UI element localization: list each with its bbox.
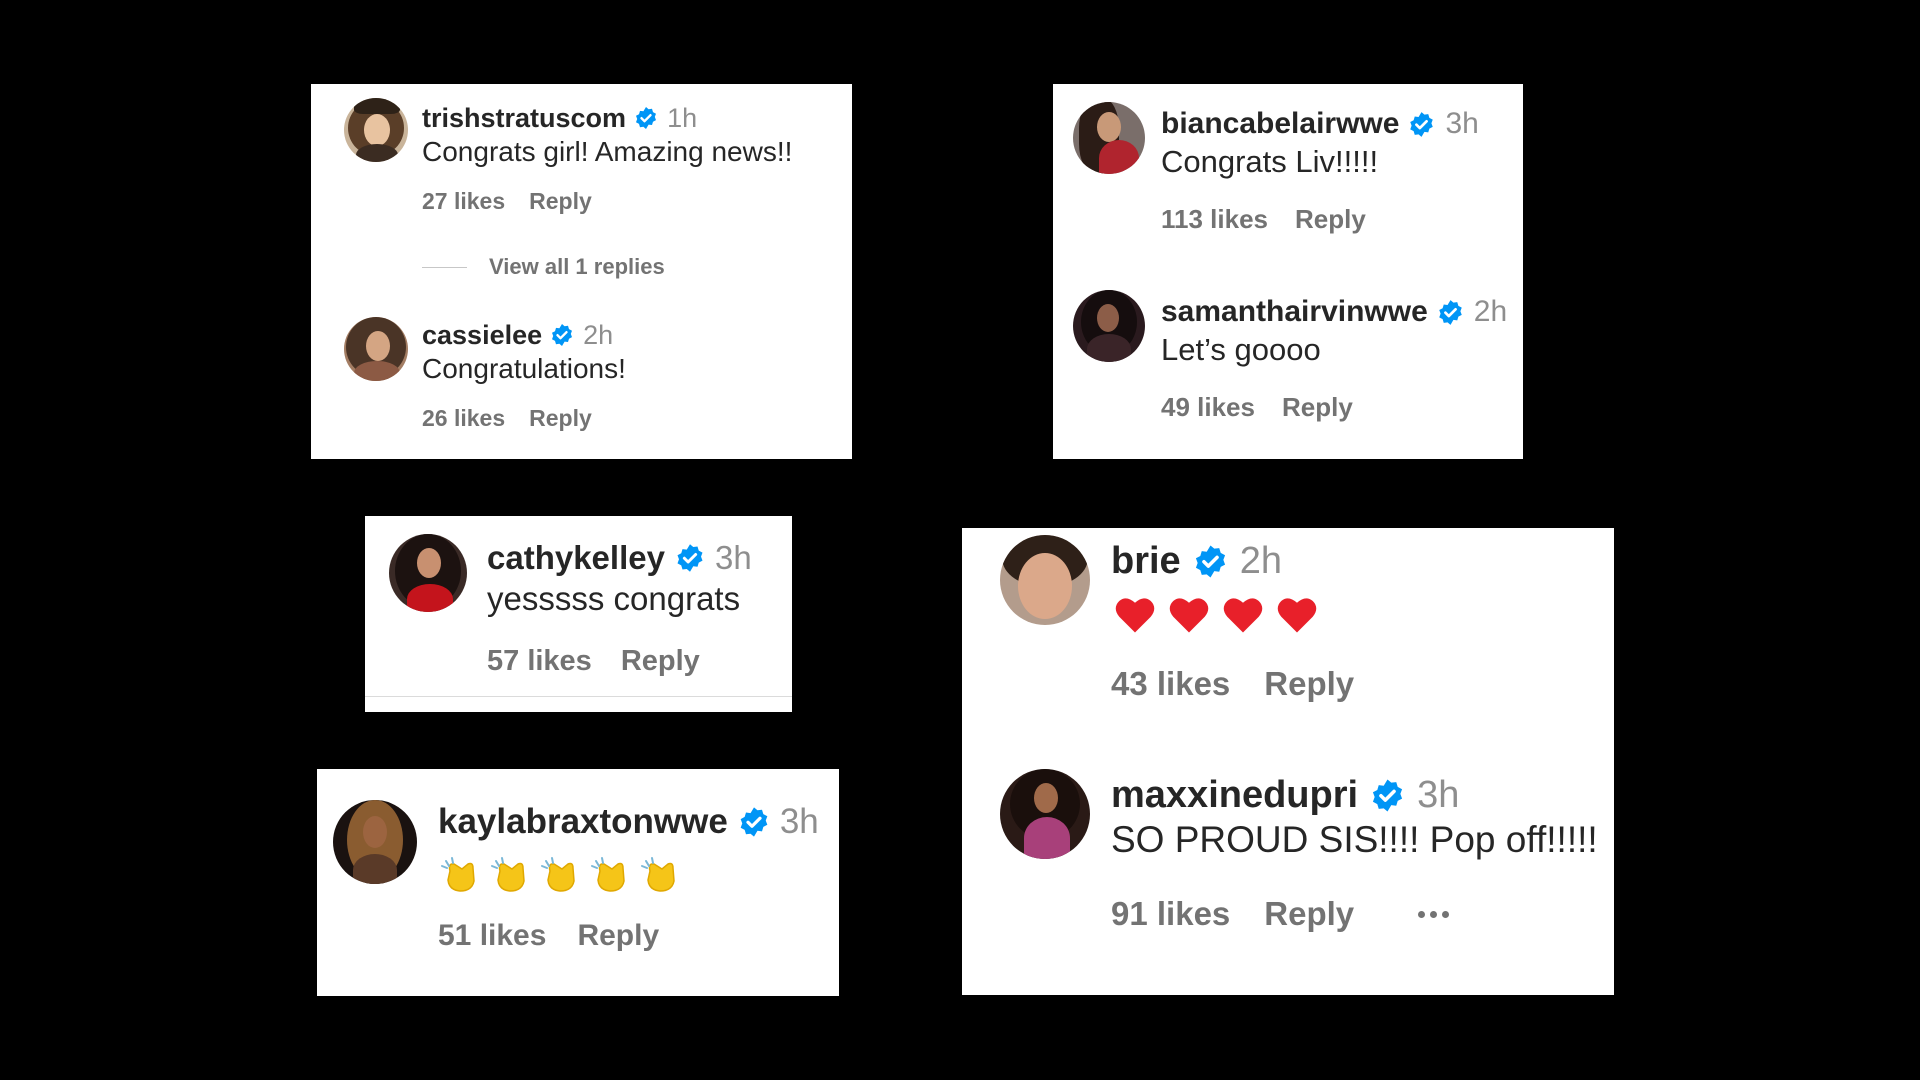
view-replies-button[interactable]: View all 1 replies [422,250,665,284]
comment-text: Congrats Liv!!!!! [1161,144,1379,179]
username[interactable]: cathykelley [487,539,665,577]
comment-text: Congrats girl! Amazing news!! [422,136,793,167]
reply-button[interactable]: Reply [529,188,592,215]
verified-badge-icon [634,106,658,130]
likes-count[interactable]: 91 likes [1111,895,1230,933]
clapping-hands-emoji [541,857,575,892]
comment-emoji-row [1114,590,1318,640]
likes-count[interactable]: 27 likes [422,188,505,215]
reply-button[interactable]: Reply [621,645,700,678]
username[interactable]: cassielee [422,320,542,351]
clapping-hands-emoji [441,857,475,892]
red-heart-emoji [1115,598,1155,633]
username[interactable]: brie [1111,540,1181,583]
timestamp: 3h [1445,107,1479,140]
comment-brie: brie 2h 43 likes Reply [962,528,1614,763]
more-options-icon[interactable] [1418,910,1454,918]
red-heart-emoji [1223,598,1263,633]
username[interactable]: maxxinedupri [1111,774,1358,817]
comment-card-kayla: kaylabraxtonwwe 3h 51 likes Reply [317,769,839,996]
clapping-hands-emoji [641,857,675,892]
red-heart-emoji [1169,598,1209,633]
likes-count[interactable]: 43 likes [1111,665,1230,703]
verified-badge-icon [1370,778,1405,813]
comment-card-trish: trishstratuscom 1h Congrats girl! Amazin… [311,84,852,459]
comment-text: yesssss congrats [487,580,741,617]
comment-cathykelley: cathykelley 3h yesssss congrats 57 likes… [365,516,792,712]
likes-count[interactable]: 26 likes [422,405,505,432]
comment-kaylabraxtonwwe: kaylabraxtonwwe 3h 51 likes Reply [317,769,839,996]
likes-count[interactable]: 57 likes [487,645,592,678]
comment-card-brie: brie 2h 43 likes Reply maxxinedupri 3h S… [962,528,1614,995]
avatar[interactable] [344,98,408,162]
clapping-hands-emoji [491,857,525,892]
comment-maxxinedupri: maxxinedupri 3h SO PROUD SIS!!!! Pop off… [962,763,1614,995]
reply-button[interactable]: Reply [1264,665,1354,703]
comment-text: Congratulations! [422,353,626,384]
timestamp: 2h [1473,295,1508,328]
comment-biancabelairwwe: biancabelairwwe 3h Congrats Liv!!!!! 113… [1053,84,1523,264]
comment-trishstratuscom: trishstratuscom 1h Congrats girl! Amazin… [311,84,852,244]
reply-thread-line [422,266,467,268]
divider [365,696,792,697]
collage-stage: trishstratuscom 1h Congrats girl! Amazin… [0,0,1920,1080]
reply-button[interactable]: Reply [577,919,659,953]
username[interactable]: biancabelairwwe [1161,107,1399,141]
avatar[interactable] [1073,102,1145,174]
comment-card-cathy: cathykelley 3h yesssss congrats 57 likes… [365,516,792,712]
comment-text: SO PROUD SIS!!!! Pop off!!!!! [1111,819,1598,860]
username[interactable]: samanthairvinwwe [1161,295,1428,329]
reply-button[interactable]: Reply [1282,392,1353,423]
likes-count[interactable]: 113 likes [1161,204,1268,235]
avatar[interactable] [1073,290,1145,362]
likes-count[interactable]: 51 likes [438,919,546,953]
avatar[interactable] [344,317,408,381]
reply-button[interactable]: Reply [1264,895,1354,933]
verified-badge-icon [1193,544,1228,579]
username[interactable]: kaylabraxtonwwe [438,802,728,842]
verified-badge-icon [675,543,705,573]
reply-button[interactable]: Reply [529,405,592,432]
comment-samanthairvinwwe: samanthairvinwwe 2h Let’s goooo 49 likes… [1053,270,1523,459]
verified-badge-icon [738,806,770,838]
timestamp: 1h [667,102,698,133]
username[interactable]: trishstratuscom [422,103,626,134]
timestamp: 3h [1417,773,1460,816]
avatar[interactable] [389,534,467,612]
avatar[interactable] [333,800,417,884]
avatar[interactable] [1000,769,1090,859]
red-heart-emoji [1277,598,1317,633]
comment-emoji-row [440,853,682,897]
verified-badge-icon [550,323,574,347]
comment-cassielee: cassielee 2h Congratulations! 26 likes R… [311,299,852,459]
comment-text: Let’s goooo [1161,332,1321,367]
comment-card-bianca: biancabelairwwe 3h Congrats Liv!!!!! 113… [1053,84,1523,459]
reply-button[interactable]: Reply [1295,204,1366,235]
timestamp: 2h [583,319,614,350]
verified-badge-icon [1437,299,1464,326]
timestamp: 2h [1239,539,1282,582]
avatar[interactable] [1000,535,1090,625]
verified-badge-icon [1408,111,1435,138]
view-replies-label[interactable]: View all 1 replies [489,254,665,280]
timestamp: 3h [714,539,752,576]
timestamp: 3h [779,802,819,841]
likes-count[interactable]: 49 likes [1161,392,1255,423]
clapping-hands-emoji [591,857,625,892]
